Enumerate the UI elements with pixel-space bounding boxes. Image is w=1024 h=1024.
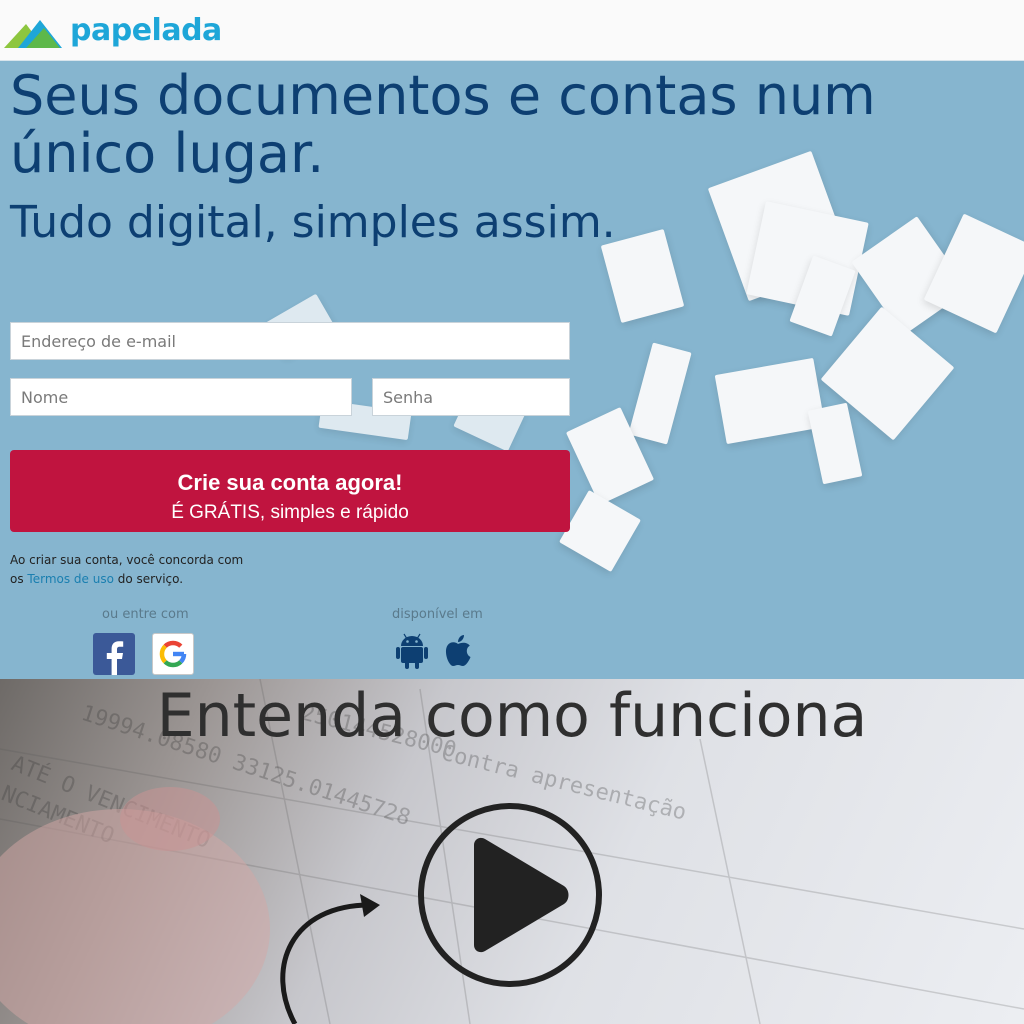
hero-section: Seus documentos e contas num único lugar… xyxy=(0,61,1024,679)
terms-link[interactable]: Termos de uso xyxy=(27,572,114,586)
hero-headline: Seus documentos e contas num único lugar… xyxy=(10,64,876,185)
create-account-button[interactable]: Crie sua conta agora! É GRÁTIS, simples … xyxy=(10,450,570,532)
password-field[interactable] xyxy=(372,378,570,416)
social-login-label: ou entre com xyxy=(102,607,189,622)
flying-paper-decoration xyxy=(807,402,863,485)
video-title: Entenda como funciona xyxy=(156,681,868,751)
brand-logo[interactable]: papelada xyxy=(4,10,222,50)
terms-suffix: do serviço. xyxy=(113,572,184,586)
google-icon[interactable] xyxy=(152,633,194,675)
brand-name: papelada xyxy=(70,12,222,48)
terms-notice: Ao criar sua conta, você concorda com os… xyxy=(10,551,260,589)
facebook-f-icon xyxy=(106,641,124,675)
email-field[interactable] xyxy=(10,322,570,360)
how-it-works-video[interactable]: 19994.08580 33125.01445728 250144528000 … xyxy=(0,679,1024,1024)
apple-icon[interactable] xyxy=(441,631,475,671)
logo-mark-icon xyxy=(4,20,62,48)
name-field[interactable] xyxy=(10,378,352,416)
top-bar: papelada xyxy=(0,0,1024,61)
flying-paper-decoration xyxy=(559,490,641,572)
app-availability-label: disponível em xyxy=(392,607,483,622)
flying-paper-decoration xyxy=(628,342,692,445)
flying-paper-decoration xyxy=(714,357,826,445)
flying-paper-decoration xyxy=(923,213,1024,334)
create-account-subtitle: É GRÁTIS, simples e rápido xyxy=(171,501,409,523)
android-icon[interactable] xyxy=(395,631,429,671)
google-g-icon xyxy=(159,640,187,668)
facebook-icon[interactable] xyxy=(93,633,135,675)
create-account-title: Crie sua conta agora! xyxy=(177,469,403,495)
hero-subheadline: Tudo digital, simples assim. xyxy=(10,197,616,248)
